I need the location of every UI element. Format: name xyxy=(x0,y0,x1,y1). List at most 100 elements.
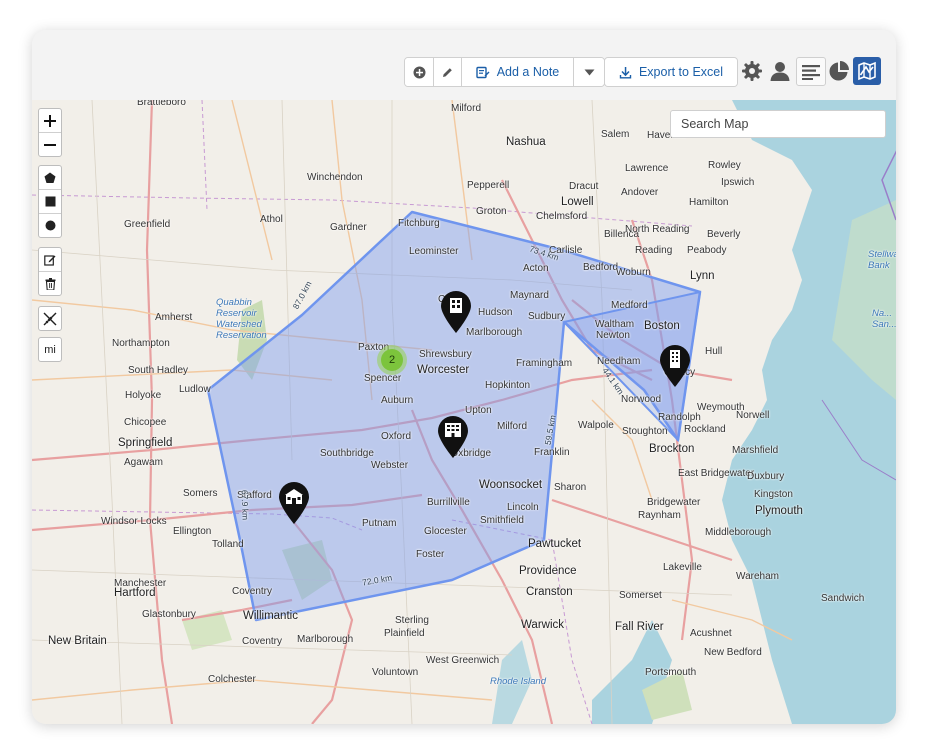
place-label: New Britain xyxy=(48,635,107,647)
place-label: Dracut xyxy=(569,181,599,192)
place-label: Ipswich xyxy=(721,177,755,188)
place-label: Brockton xyxy=(649,443,695,455)
edit-shapes-button[interactable] xyxy=(39,248,61,272)
place-label: Rockland xyxy=(684,424,726,435)
export-group: Export to Excel xyxy=(604,57,738,87)
list-view-button[interactable] xyxy=(796,57,826,86)
plus-icon xyxy=(44,114,56,127)
place-label: Hopkinton xyxy=(485,380,531,391)
user-button[interactable] xyxy=(767,57,793,85)
place-label: East Bridgewater xyxy=(678,468,755,479)
toolbar: Add a Note Export to Excel xyxy=(32,30,896,101)
place-label: Stoughton xyxy=(622,426,668,437)
place-label: Auburn xyxy=(381,395,414,406)
edit-shape-control xyxy=(38,247,62,296)
place-label: Fall River xyxy=(615,621,664,633)
place-label: Na... San... xyxy=(872,308,896,330)
place-label: Norwell xyxy=(736,410,770,421)
place-label: Needham xyxy=(597,356,641,367)
place-label: Tolland xyxy=(212,539,244,550)
place-label: Somers xyxy=(183,488,218,499)
office-tower-marker-icon[interactable] xyxy=(659,344,691,388)
draw-polygon-button[interactable] xyxy=(39,166,61,190)
place-label: Marlborough xyxy=(466,327,523,338)
place-label: Smithfield xyxy=(480,515,524,526)
place-label: North Reading xyxy=(625,224,690,235)
building-marker-icon[interactable] xyxy=(440,290,472,334)
place-label: Reading xyxy=(635,245,673,256)
trash-icon xyxy=(45,277,55,290)
place-label: Nashua xyxy=(506,136,546,148)
unit-toggle-button[interactable]: mi xyxy=(39,338,61,361)
zoom-out-button[interactable] xyxy=(39,133,61,156)
square-icon xyxy=(45,196,55,207)
place-label: Coventry xyxy=(242,636,283,647)
place-label: Burrillville xyxy=(427,497,470,508)
map-canvas[interactable]: BedfordDerryMilfordBrattleboroNashuaSale… xyxy=(32,100,896,724)
place-label: Amherst xyxy=(155,312,193,323)
place-label: South Hadley xyxy=(128,365,189,376)
place-label: Maynard xyxy=(510,290,549,301)
place-label: Sharon xyxy=(554,482,587,493)
map-view-button[interactable] xyxy=(853,57,881,85)
place-label: Rhode Island xyxy=(490,676,546,687)
settings-button[interactable] xyxy=(739,57,765,85)
place-label: Leominster xyxy=(409,246,459,257)
place-label: Glastonbury xyxy=(142,609,196,620)
place-label: Oxford xyxy=(381,431,412,442)
search-map-input[interactable] xyxy=(670,110,886,138)
pie-chart-icon xyxy=(829,61,849,81)
place-label: Marlborough xyxy=(297,634,354,645)
add-note-button[interactable]: Add a Note xyxy=(462,58,574,86)
draw-rectangle-button[interactable] xyxy=(39,190,61,214)
hospital-marker-icon[interactable] xyxy=(437,415,469,459)
place-label: Sandwich xyxy=(821,593,865,604)
place-label: Woburn xyxy=(616,267,651,278)
note-icon xyxy=(476,66,490,78)
draw-circle-button[interactable] xyxy=(39,214,61,237)
place-label: Rowley xyxy=(708,160,741,171)
place-label: Hartford xyxy=(114,587,156,599)
measure-button[interactable] xyxy=(39,307,61,330)
place-label: Worcester xyxy=(417,364,470,376)
gear-icon xyxy=(742,61,762,81)
place-label: Bridgewater xyxy=(647,497,701,508)
place-label: Windsor Locks xyxy=(101,516,167,527)
zoom-in-button[interactable] xyxy=(39,109,61,133)
place-label: Quabbin Reservoir Watershed Reservation xyxy=(216,297,267,341)
delete-shapes-button[interactable] xyxy=(39,272,61,295)
school-marker-icon[interactable] xyxy=(278,481,310,525)
place-label: Lakeville xyxy=(663,562,702,573)
place-label: Lynn xyxy=(690,270,715,282)
place-label: Ellington xyxy=(173,526,212,537)
place-label: Plymouth xyxy=(755,505,803,517)
place-label: Lawrence xyxy=(625,163,669,174)
map-action-group: Add a Note xyxy=(404,57,605,87)
place-label: New Bedford xyxy=(704,647,762,658)
place-label: Chicopee xyxy=(124,417,167,428)
place-label: Groton xyxy=(476,206,507,217)
place-label: Putnam xyxy=(362,518,397,529)
place-label: Milford xyxy=(497,421,528,432)
add-note-dropdown[interactable] xyxy=(574,58,604,86)
place-label: Athol xyxy=(260,214,283,225)
place-label: Duxbury xyxy=(747,471,785,482)
place-label: Willimantic xyxy=(243,610,298,622)
unit-control: mi xyxy=(38,337,62,362)
marker-cluster[interactable]: 2 xyxy=(377,345,407,375)
place-label: Brattleboro xyxy=(137,100,186,108)
list-lines-icon xyxy=(802,64,820,80)
place-label: Bedford xyxy=(583,262,619,273)
place-label: Glocester xyxy=(424,526,467,537)
place-label: Somerset xyxy=(619,590,662,601)
add-marker-button[interactable] xyxy=(405,58,434,86)
export-excel-button[interactable]: Export to Excel xyxy=(605,58,737,86)
place-label: Hamilton xyxy=(689,197,729,208)
chart-button[interactable] xyxy=(826,57,852,85)
edit-button[interactable] xyxy=(434,58,462,86)
place-label: Stellwagen Bank xyxy=(868,249,896,271)
place-label: Springfield xyxy=(118,437,173,449)
place-label: Woonsocket xyxy=(479,479,543,491)
place-label: Acushnet xyxy=(690,628,732,639)
download-icon xyxy=(619,66,632,78)
